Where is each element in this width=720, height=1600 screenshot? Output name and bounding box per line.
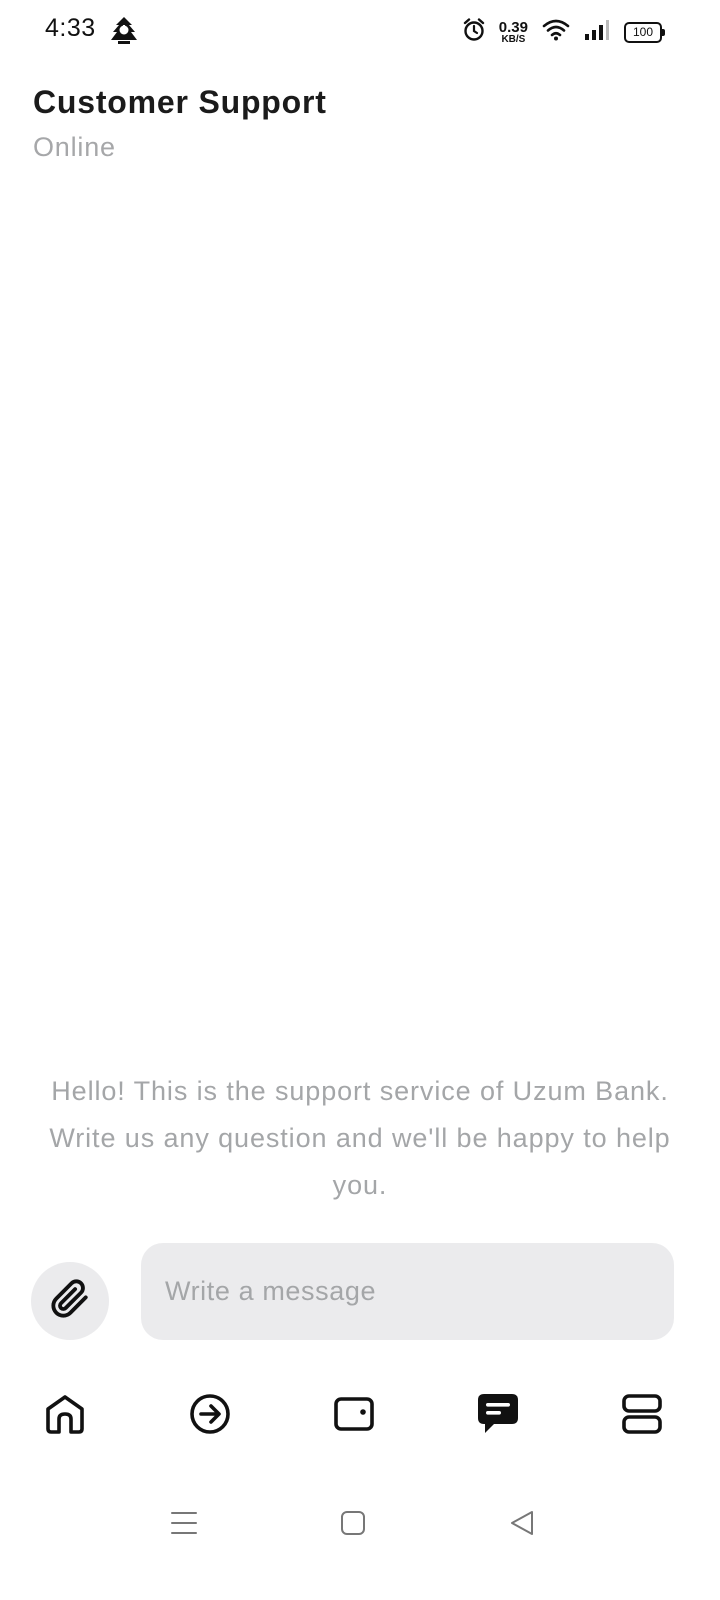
network-speed-unit: KB/S: [501, 33, 526, 45]
online-status: Online: [33, 132, 116, 162]
network-speed: 0.39 KB/S: [499, 20, 528, 45]
welcome-message: Hello! This is the support service of Uz…: [49, 1076, 671, 1200]
nav-transfers[interactable]: [174, 1380, 246, 1452]
services-icon: [621, 1393, 663, 1440]
home-square-icon: [339, 1509, 367, 1542]
nav-chat[interactable]: [462, 1380, 534, 1452]
home-icon: [44, 1393, 86, 1440]
system-home-button[interactable]: [328, 1500, 378, 1550]
paperclip-icon: [50, 1278, 90, 1324]
status-indicators: 0.39 KB/S 100: [463, 17, 665, 47]
bottom-nav: [0, 1380, 720, 1452]
chat-icon: [476, 1392, 520, 1441]
network-speed-value: 0.39: [498, 18, 528, 36]
alarm-icon: [463, 17, 485, 47]
battery-icon: 100: [624, 21, 665, 43]
app-notification-icon: [110, 16, 138, 46]
system-nav: [0, 1500, 720, 1550]
page-title: Customer Support: [33, 84, 327, 120]
system-back-button[interactable]: [497, 1500, 547, 1550]
wallet-icon: [333, 1393, 375, 1440]
status-bar: 4:33 0.39 KB/S 100: [0, 0, 720, 64]
wifi-icon: [542, 19, 570, 46]
attach-button[interactable]: [31, 1262, 109, 1340]
battery-level: 100: [632, 25, 654, 39]
nav-services[interactable]: [606, 1380, 678, 1452]
menu-icon: [170, 1509, 198, 1542]
nav-wallet[interactable]: [318, 1380, 390, 1452]
system-menu-button[interactable]: [159, 1500, 209, 1550]
status-time: 4:33: [45, 14, 96, 42]
back-icon: [508, 1509, 536, 1542]
signal-icon: [584, 19, 610, 46]
nav-home[interactable]: [29, 1380, 101, 1452]
message-input[interactable]: [141, 1243, 674, 1340]
transfer-arrow-icon: [189, 1393, 231, 1440]
